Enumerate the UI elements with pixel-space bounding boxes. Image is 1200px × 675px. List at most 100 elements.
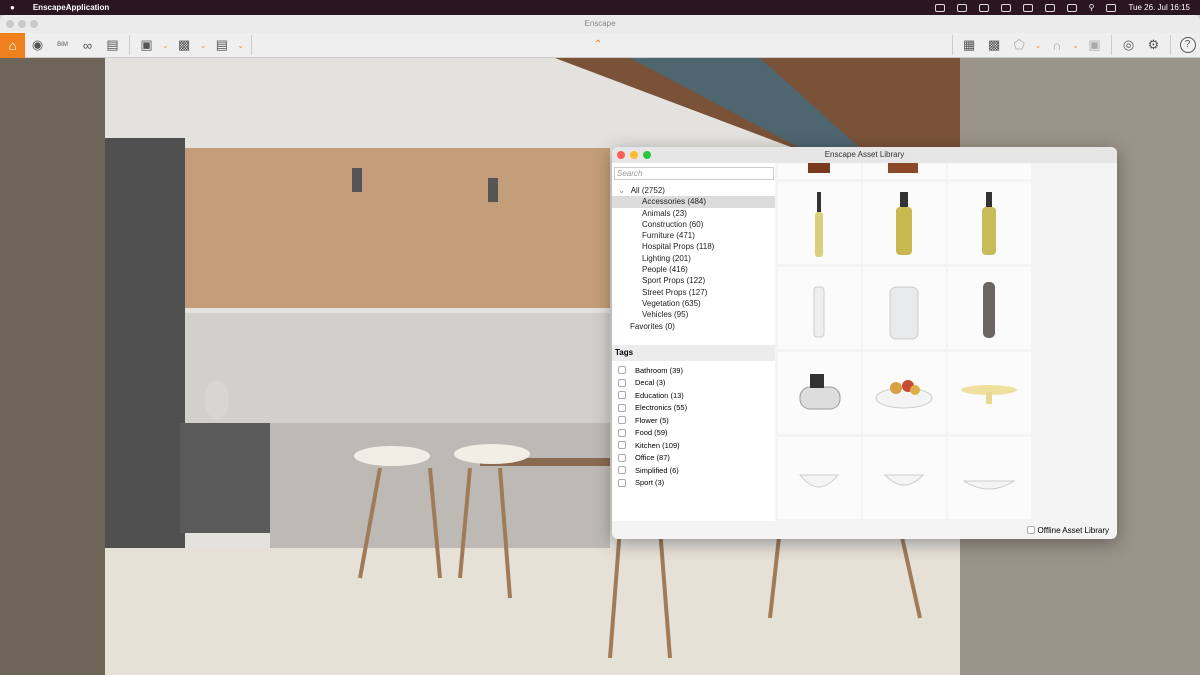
- chevron-down-icon[interactable]: ⌄: [1035, 41, 1042, 50]
- vr-button[interactable]: ▣: [1082, 33, 1107, 58]
- bim-button[interactable]: BIM: [50, 33, 75, 58]
- home-button[interactable]: ⌂: [0, 33, 25, 58]
- bluetooth-icon[interactable]: [1023, 4, 1033, 12]
- collapse-chevron-icon[interactable]: ⌃: [594, 39, 602, 50]
- battery-icon[interactable]: [1045, 4, 1055, 12]
- tag-item[interactable]: Office (87): [618, 452, 687, 465]
- asset-thumbnail[interactable]: [948, 352, 1031, 434]
- binoculars-button[interactable]: ∞: [75, 33, 100, 58]
- asset-thumbnail[interactable]: [863, 352, 946, 434]
- asset-thumbnail[interactable]: [863, 182, 946, 264]
- tag-checkbox[interactable]: [618, 466, 626, 474]
- close-button[interactable]: [6, 20, 14, 28]
- tree-item-category[interactable]: Furniture (471): [612, 230, 775, 241]
- cube-button[interactable]: ⬠: [1007, 33, 1032, 58]
- tag-label: Education (13): [635, 391, 684, 400]
- view-settings-button[interactable]: ◎: [1116, 33, 1141, 58]
- asset-thumbnail[interactable]: [778, 163, 861, 179]
- web-export-button[interactable]: ▤: [209, 33, 234, 58]
- tags-header: Tags: [612, 345, 775, 361]
- tag-label: Office (87): [635, 453, 670, 462]
- drive-icon[interactable]: [957, 4, 967, 12]
- tree-item-category[interactable]: Vehicles (95): [612, 309, 775, 320]
- search-icon[interactable]: ⚲: [1089, 3, 1095, 12]
- zoom-button[interactable]: [30, 20, 38, 28]
- tag-checkbox[interactable]: [618, 404, 626, 412]
- tree-item-category[interactable]: Sport Props (122): [612, 275, 775, 286]
- panorama-button[interactable]: ▩: [982, 33, 1007, 58]
- settings-button[interactable]: ⚙: [1141, 33, 1166, 58]
- tree-item-category[interactable]: Street Props (127): [612, 287, 775, 298]
- tag-item[interactable]: Electronics (55): [618, 402, 687, 415]
- tag-item[interactable]: Decal (3): [618, 377, 687, 390]
- tree-item-category[interactable]: Lighting (201): [612, 253, 775, 264]
- offline-checkbox[interactable]: [1027, 526, 1035, 534]
- asset-thumbnail[interactable]: [863, 267, 946, 349]
- cloud-icon[interactable]: [935, 4, 945, 12]
- tag-checkbox[interactable]: [618, 366, 626, 374]
- tag-checkbox[interactable]: [618, 441, 626, 449]
- tag-item[interactable]: Kitchen (109): [618, 439, 687, 452]
- search-input[interactable]: Search: [614, 167, 774, 180]
- chevron-down-icon[interactable]: ⌄: [1072, 41, 1079, 50]
- tree-item-category[interactable]: People (416): [612, 264, 775, 275]
- tag-checkbox[interactable]: [618, 391, 626, 399]
- tag-label: Electronics (55): [635, 403, 687, 412]
- tag-item[interactable]: Food (59): [618, 427, 687, 440]
- screenshot-button[interactable]: ▣: [134, 33, 159, 58]
- tag-item[interactable]: Flower (5): [618, 414, 687, 427]
- tag-checkbox[interactable]: [618, 429, 626, 437]
- upper-cabinets: [180, 148, 610, 308]
- map-button[interactable]: ▦: [957, 33, 982, 58]
- tag-checkbox[interactable]: [618, 416, 626, 424]
- control-center-icon[interactable]: [1106, 4, 1116, 12]
- status-icon[interactable]: [979, 4, 989, 12]
- location-button[interactable]: ◉: [25, 33, 50, 58]
- video-button[interactable]: ▤: [100, 33, 125, 58]
- asset-thumbnail[interactable]: [863, 163, 946, 179]
- asset-button[interactable]: ∩: [1044, 33, 1069, 58]
- asset-thumbnail[interactable]: [863, 437, 946, 519]
- asset-thumbnail[interactable]: [778, 437, 861, 519]
- asset-library-titlebar[interactable]: Enscape Asset Library: [612, 147, 1117, 163]
- apple-icon[interactable]: ●: [10, 3, 15, 12]
- asset-thumbnail[interactable]: [948, 437, 1031, 519]
- tag-item[interactable]: Bathroom (39): [618, 364, 687, 377]
- minimize-button[interactable]: [18, 20, 26, 28]
- tree-item-category[interactable]: Animals (23): [612, 208, 775, 219]
- chevron-down-icon[interactable]: ⌄: [200, 41, 207, 50]
- tree-item-category[interactable]: Accessories (484): [612, 196, 775, 207]
- tag-checkbox[interactable]: [618, 379, 626, 387]
- tree-item-all[interactable]: ⌄All (2752): [612, 185, 775, 196]
- asset-thumbnail[interactable]: [778, 352, 861, 434]
- tag-item[interactable]: Simplified (6): [618, 464, 687, 477]
- chevron-down-icon[interactable]: ⌄: [237, 41, 244, 50]
- tree-item-category[interactable]: Construction (60): [612, 219, 775, 230]
- asset-library-title: Enscape Asset Library: [825, 150, 905, 159]
- asset-thumbnail[interactable]: [948, 267, 1031, 349]
- chevron-down-icon[interactable]: ⌄: [618, 186, 625, 195]
- tree-item-category[interactable]: Hospital Props (118): [612, 241, 775, 252]
- help-button[interactable]: ?: [1175, 33, 1200, 58]
- tree-item-favorites[interactable]: Favorites (0): [612, 321, 775, 332]
- volume-icon[interactable]: [1001, 4, 1011, 12]
- tree-item-category[interactable]: Vegetation (635): [612, 298, 775, 309]
- batch-render-button[interactable]: ▩: [172, 33, 197, 58]
- asset-thumbnail[interactable]: [778, 182, 861, 264]
- asset-thumbnail[interactable]: [948, 163, 1031, 179]
- minimize-button[interactable]: [630, 151, 638, 159]
- tag-checkbox[interactable]: [618, 479, 626, 487]
- clock[interactable]: Tue 26. Jul 16:15: [1128, 3, 1190, 12]
- tag-item[interactable]: Education (13): [618, 389, 687, 402]
- wifi-icon[interactable]: [1067, 4, 1077, 12]
- toolbar: ⌂ ◉ BIM ∞ ▤ ▣⌄ ▩⌄ ▤⌄ ⌃ ▦ ▩ ⬠⌄ ∩⌄ ▣ ◎ ⚙ ?: [0, 33, 1200, 58]
- close-button[interactable]: [617, 151, 625, 159]
- view-settings-icon: ◎: [1123, 37, 1134, 53]
- tag-item[interactable]: Sport (3): [618, 477, 687, 490]
- tag-checkbox[interactable]: [618, 454, 626, 462]
- app-name-menu[interactable]: EnscapeApplication: [33, 3, 109, 12]
- zoom-button[interactable]: [643, 151, 651, 159]
- asset-thumbnail[interactable]: [778, 267, 861, 349]
- chevron-down-icon[interactable]: ⌄: [162, 41, 169, 50]
- asset-thumbnail[interactable]: [948, 182, 1031, 264]
